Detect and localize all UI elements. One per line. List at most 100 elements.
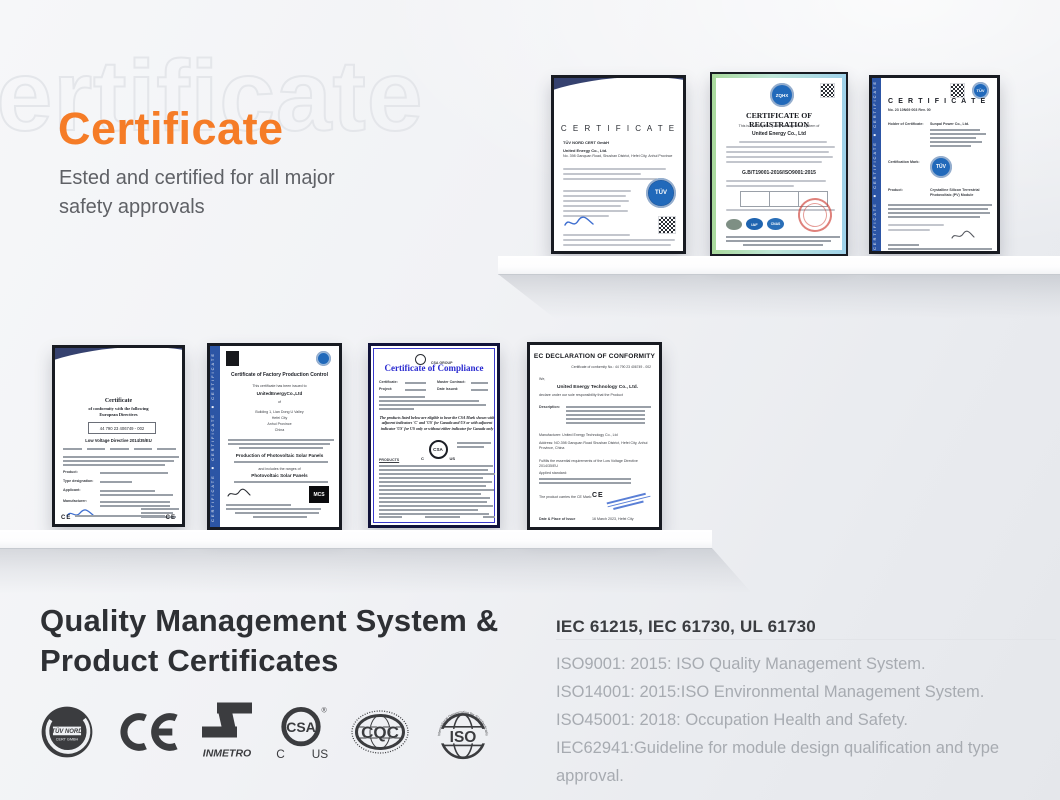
blue-stamp-icon [607, 492, 652, 511]
footer-line [379, 516, 495, 520]
standard-item-iso9001: ISO9001: 2015: ISO Quality Management Sy… [556, 650, 1060, 678]
fine-print [726, 236, 840, 248]
certificate-side-band: CERTIFICATE ■ CERTIFICATE ■ CERTIFICATE [210, 346, 220, 527]
standard-item-iso14001: ISO14001: 2015:ISO Environmental Managem… [556, 678, 1060, 706]
ce-mark-icon [116, 711, 180, 753]
standards-lines [539, 478, 639, 486]
address-line-2: Hefei City [220, 416, 339, 421]
cert-number: Certificate of conformity No.: 44 790 23… [571, 365, 651, 369]
ce-mark-left: CE [61, 515, 71, 521]
certificate-of-compliance[interactable]: CSA GROUP Certificate of Compliance Cert… [368, 343, 500, 528]
products-heading: PRODUCTS [379, 458, 399, 463]
csa-mark-text: CSA [429, 440, 448, 459]
certificate-tuv-nord-top[interactable]: TÜV NORD C E R T I F I C A T E TÜV NORD … [551, 75, 686, 254]
certificate-factory-production[interactable]: CERTIFICATE ■ CERTIFICATE ■ CERTIFICATE … [207, 343, 342, 530]
issued-by-signature [457, 442, 495, 450]
cnas-text: CNAS [771, 222, 781, 226]
shelf-middle-shadow [0, 548, 760, 600]
tuv-nord-seal-icon: TÜV NORD CERT GMBH [40, 705, 94, 759]
cert-company: United Energy Technology Co., Ltd. [539, 385, 656, 390]
field-product: Product: [63, 470, 78, 475]
description-values [566, 406, 656, 426]
cert-standard: G.B/T19001-2016/ISO9001:2015 [716, 170, 842, 176]
field-date-issued: Date Issued: [437, 387, 458, 392]
address-line-3: Anhui Province [220, 422, 339, 427]
registered-number-box: 44 790 23 406749 - 002 [88, 422, 156, 434]
shelf-top [498, 256, 1060, 275]
mark-label: Certification Mark: [888, 160, 920, 165]
fine-print [234, 461, 328, 465]
field-type-value [100, 481, 179, 485]
divider [556, 639, 1056, 640]
certificate-page: certificate Certificate Ested and certif… [0, 0, 1060, 800]
certification-mark-icon: TÜV [930, 156, 952, 178]
applied-label: Applied standard: [539, 471, 567, 476]
certificate-tuv-sunpal[interactable]: CERTIFICATE ■ CERTIFICATE ■ CERTIFICATE … [869, 75, 1000, 254]
bsi-roundel-icon [316, 351, 331, 366]
cnas-seal-icon [726, 219, 742, 230]
cert-number: No. 23 10N69 003 Rev. 00 [888, 108, 931, 113]
quality-heading-line-1: Quality Management System & [40, 603, 498, 638]
shelf-middle [0, 530, 712, 549]
directive-line: Low Voltage Directive 2014/35/EU [55, 438, 182, 443]
csa-mark-icon: CSA ® C US [274, 704, 328, 760]
field-mc-value [471, 382, 495, 386]
column-headers [63, 448, 179, 452]
tuv-navy-header: TÜV NORD [554, 78, 683, 122]
cert-title: Certificate of Factory Production Contro… [220, 372, 339, 378]
tuv-text: TÜV [977, 88, 985, 93]
standards-title: IEC 61215, IEC 61730, UL 61730 [556, 617, 816, 637]
cert-company: UnitedEnergyCo.,Ltd [220, 391, 339, 396]
subtitle-line-2: safety approvals [59, 196, 205, 218]
registered-symbol: ® [321, 707, 327, 715]
fine-print [563, 234, 675, 249]
field-project: Project: [379, 387, 392, 392]
cert-title: C E R T I F I C A T E [554, 124, 683, 133]
field-type: Type designation: [63, 479, 93, 484]
csa-text: CSA [286, 719, 316, 735]
we-line: We, [539, 377, 545, 382]
fine-print [888, 244, 992, 252]
scope-title: Production of Photovoltaic Solar Panels [220, 453, 339, 458]
date-label: Date & Place of Issue [539, 517, 575, 522]
cert-title: EC DECLARATION OF CONFORMITY [530, 353, 659, 360]
field-date-value [471, 389, 495, 393]
shelf-top-shadow [498, 274, 1060, 324]
products-fine-print [379, 465, 495, 517]
field-project-value [405, 389, 431, 393]
qr-code-icon [820, 83, 835, 98]
ec-declaration-of-conformity[interactable]: EC DECLARATION OF CONFORMITY Certificate… [527, 342, 662, 530]
title-line-2: of conformity with the following [55, 406, 182, 411]
cert-body: ZQHX CERTIFICATE OF REGISTRATION This is… [716, 78, 842, 250]
qr-code-icon [950, 83, 965, 98]
zqhx-seal-icon: ZQHX [770, 83, 794, 107]
field-master-contract: Master Contract: [437, 380, 466, 385]
address-line-1: Building 1, Lian Dong U Valley [220, 410, 339, 415]
csa-c-text: C [276, 747, 285, 760]
field-applicant-value [100, 490, 179, 498]
cqc-text: CQC [361, 723, 399, 742]
ce-mark-right: CE [166, 515, 176, 521]
inmetro-text: INMETRO [203, 748, 251, 760]
csa-us-text: US [312, 747, 328, 760]
quality-heading: Quality Management System &Product Certi… [40, 601, 498, 681]
issued-to-block [379, 396, 495, 412]
fine-print [726, 180, 840, 190]
field-product-value [100, 472, 179, 476]
issued-line: This certificate has been issued to [220, 384, 339, 389]
manufacturer-line: Manufacturer: United Energy Technology C… [539, 433, 618, 438]
address-line-4: China [220, 428, 339, 433]
cert-address: No. 398 Ganquan Road, Shushan District, … [563, 154, 675, 159]
tuv-nord-logo: TÜV NORD [134, 363, 176, 372]
cert-subtitle: This is to certify the quality managemen… [716, 124, 842, 129]
certificate-tuv-directives[interactable]: TÜV NORD Certificate of conformity with … [52, 345, 185, 527]
tuv-seal-line-1: TÜV NORD [51, 728, 83, 735]
iso-text: ISO [450, 729, 477, 746]
tuv-navy-header: TÜV NORD [55, 348, 182, 398]
csa-mark-icon: CSA C US [421, 438, 455, 461]
certificate-of-registration[interactable]: ZQHX CERTIFICATE OF REGISTRATION This is… [710, 72, 848, 256]
cert-company: United Energy Co., Ltd [716, 131, 842, 137]
field-certificate: Certificate: [379, 380, 398, 385]
product-label: Product: [888, 188, 903, 193]
holder-label: Holder of Certificate: [888, 122, 924, 127]
